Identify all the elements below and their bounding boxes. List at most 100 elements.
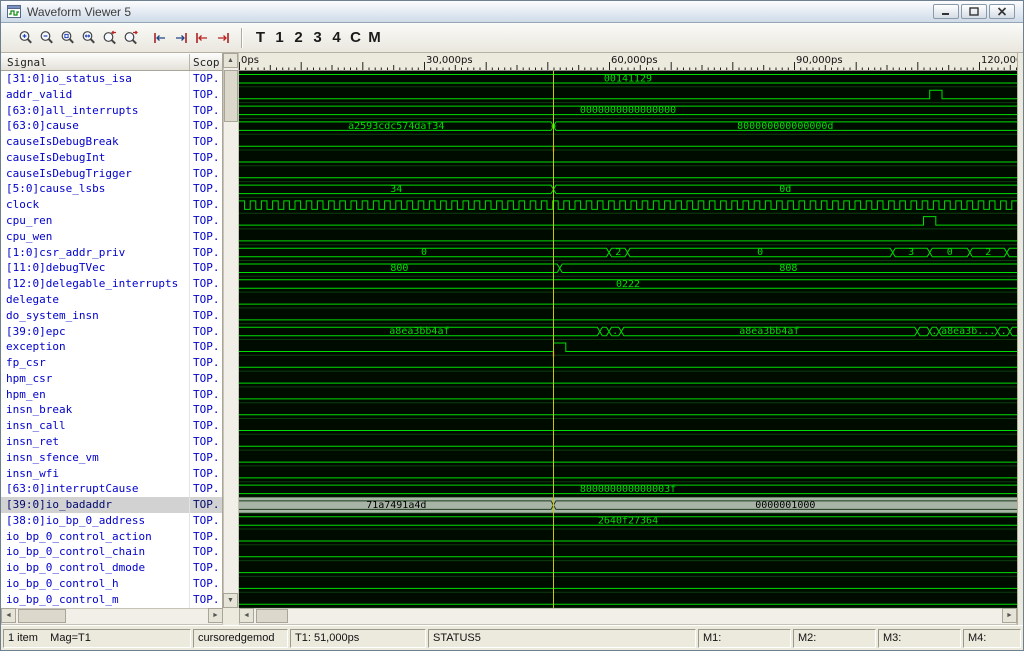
prev-edge-button[interactable] (149, 27, 170, 49)
svg-text:0000000000000000: 0000000000000000 (580, 105, 676, 116)
signal-name: fp_csr (6, 356, 46, 370)
waveform-horizontal-scrollbar[interactable]: ◄ ► (239, 608, 1017, 625)
signal-row[interactable]: [11:0]debugTVec TOP. (1, 260, 222, 276)
signal-row[interactable]: causeIsDebugInt TOP. (1, 150, 222, 166)
minimize-button[interactable] (933, 4, 959, 19)
signal-scope: TOP. (193, 292, 220, 306)
zoom-out-button[interactable] (36, 27, 57, 49)
svg-text:a8ea3bb4af: a8ea3bb4af (389, 326, 449, 337)
signal-row[interactable]: [63:0]interruptCause TOP. (1, 481, 222, 497)
signal-panel-header[interactable]: Signal Scop (1, 53, 223, 71)
waveform-canvas[interactable]: 00141129 0000000000000000 a2593cdc574daf34… (239, 71, 1017, 608)
signal-name: do_system_insn (6, 308, 99, 322)
signal-row[interactable]: io_bp_0_control_m TOP. (1, 592, 222, 608)
horizontal-scroll-thumb[interactable] (256, 609, 288, 623)
signal-row[interactable]: insn_break TOP. (1, 402, 222, 418)
signal-row[interactable]: io_bp_0_control_dmode TOP. (1, 560, 222, 576)
signal-list-vertical-scrollbar[interactable]: ▲ ▼ (223, 53, 239, 608)
column-divider[interactable] (189, 54, 190, 70)
scroll-left-button[interactable]: ◄ (1, 608, 16, 623)
svg-text:2: 2 (615, 247, 621, 258)
signal-row[interactable]: [12:0]delegable_interrupts TOP. (1, 276, 222, 292)
signal-row[interactable]: [5:0]cause_lsbs TOP. (1, 181, 222, 197)
signal-scope: TOP. (193, 482, 220, 496)
signal-scope: TOP. (193, 387, 220, 401)
signal-row[interactable]: [1:0]csr_addr_priv TOP. (1, 245, 222, 261)
signal-row[interactable]: io_bp_0_control_h TOP. (1, 576, 222, 592)
signal-row[interactable]: insn_ret TOP. (1, 434, 222, 450)
signal-row[interactable]: cpu_ren TOP. (1, 213, 222, 229)
scroll-down-button[interactable]: ▼ (223, 593, 238, 608)
window-border-right (1017, 53, 1023, 625)
vertical-scroll-thumb[interactable] (224, 70, 238, 122)
maximize-button[interactable] (961, 4, 987, 19)
signal-scope: TOP. (193, 498, 220, 512)
zoom-fit-button[interactable] (57, 27, 78, 49)
next-negedge-button[interactable] (212, 27, 233, 49)
signal-name: exception (6, 340, 66, 354)
svg-text:120,000ps: 120,000ps (981, 55, 1017, 66)
timeline-ruler[interactable]: 0ps 30,000ps 60,000ps 90,000ps 120,000ps (239, 53, 1017, 71)
zoom-in-button[interactable] (15, 27, 36, 49)
app-icon (7, 5, 21, 18)
signal-row[interactable]: clock TOP. (1, 197, 222, 213)
zoom-cursor-left-button[interactable] (99, 27, 120, 49)
signal-row[interactable]: exception TOP. (1, 339, 222, 355)
scroll-left-button[interactable]: ◄ (239, 608, 254, 623)
signal-name: [31:0]io_status_isa (6, 72, 132, 85)
horizontal-scroll-thumb[interactable] (18, 609, 66, 623)
signal-row[interactable]: [63:0]all_interrupts TOP. (1, 103, 222, 119)
signal-row[interactable]: addr_valid TOP. (1, 87, 222, 103)
zoom-cursor-left-icon (103, 30, 116, 44)
signal-row[interactable]: causeIsDebugBreak TOP. (1, 134, 222, 150)
tool-button-M[interactable]: M (366, 29, 383, 46)
tool-button-1[interactable]: 1 (271, 29, 288, 46)
signal-name: delegate (6, 292, 59, 306)
close-button[interactable] (989, 4, 1015, 19)
scroll-up-button[interactable]: ▲ (223, 53, 238, 68)
prev-negedge-button[interactable] (191, 27, 212, 49)
signal-row[interactable]: insn_sfence_vm TOP. (1, 450, 222, 466)
signal-row[interactable]: [63:0]cause TOP. (1, 118, 222, 134)
signal-panel-horizontal-scrollbar[interactable]: ◄ ► (1, 608, 223, 625)
tool-button-3[interactable]: 3 (309, 29, 326, 46)
signal-row[interactable]: insn_wfi TOP. (1, 466, 222, 482)
signal-row[interactable]: insn_call TOP. (1, 418, 222, 434)
signal-row[interactable]: delegate TOP. (1, 292, 222, 308)
svg-text:.: . (1001, 326, 1007, 337)
titlebar[interactable]: Waveform Viewer 5 (1, 1, 1023, 23)
signal-row[interactable]: hpm_en TOP. (1, 387, 222, 403)
zoom-full-button[interactable] (78, 27, 99, 49)
signal-row[interactable]: causeIsDebugTrigger TOP. (1, 166, 222, 182)
column-header-signal[interactable]: Signal (7, 56, 47, 69)
zoom-fit-icon (61, 30, 74, 43)
signal-row[interactable]: io_bp_0_control_chain TOP. (1, 544, 222, 560)
maximize-icon (969, 7, 979, 16)
signal-row[interactable]: [31:0]io_status_isa TOP. (1, 71, 222, 87)
column-header-scope[interactable]: Scop (193, 56, 220, 69)
signal-row[interactable]: [38:0]io_bp_0_address TOP. (1, 513, 222, 529)
signal-name: [63:0]all_interrupts (6, 103, 139, 117)
signal-row[interactable]: [39:0]io_badaddr TOP. (1, 497, 222, 513)
next-edge-button[interactable] (170, 27, 191, 49)
tool-button-T[interactable]: T (252, 29, 269, 46)
tool-button-2[interactable]: 2 (290, 29, 307, 46)
signal-row[interactable]: cpu_wen TOP. (1, 229, 222, 245)
svg-text:0000001000: 0000001000 (755, 500, 815, 511)
tool-button-C[interactable]: C (347, 29, 364, 46)
svg-text:800000000000003f: 800000000000003f (580, 484, 676, 495)
signal-name: io_bp_0_control_action (6, 529, 152, 543)
signal-row[interactable]: fp_csr TOP. (1, 355, 222, 371)
signal-scope: TOP. (193, 419, 220, 433)
signal-scope: TOP. (193, 450, 220, 464)
scroll-right-button[interactable]: ► (1002, 608, 1017, 623)
signal-row[interactable]: io_bp_0_control_action TOP. (1, 529, 222, 545)
tool-button-4[interactable]: 4 (328, 29, 345, 46)
signal-row[interactable]: [39:0]epc TOP. (1, 324, 222, 340)
zoom-cursor-right-button[interactable] (120, 27, 141, 49)
signal-row[interactable]: hpm_csr TOP. (1, 371, 222, 387)
svg-text:.: . (931, 326, 937, 337)
scroll-right-button[interactable]: ► (208, 608, 223, 623)
signal-row[interactable]: do_system_insn TOP. (1, 308, 222, 324)
signal-list[interactable]: [31:0]io_status_isa TOP. addr_valid TOP. [63… (1, 71, 223, 608)
